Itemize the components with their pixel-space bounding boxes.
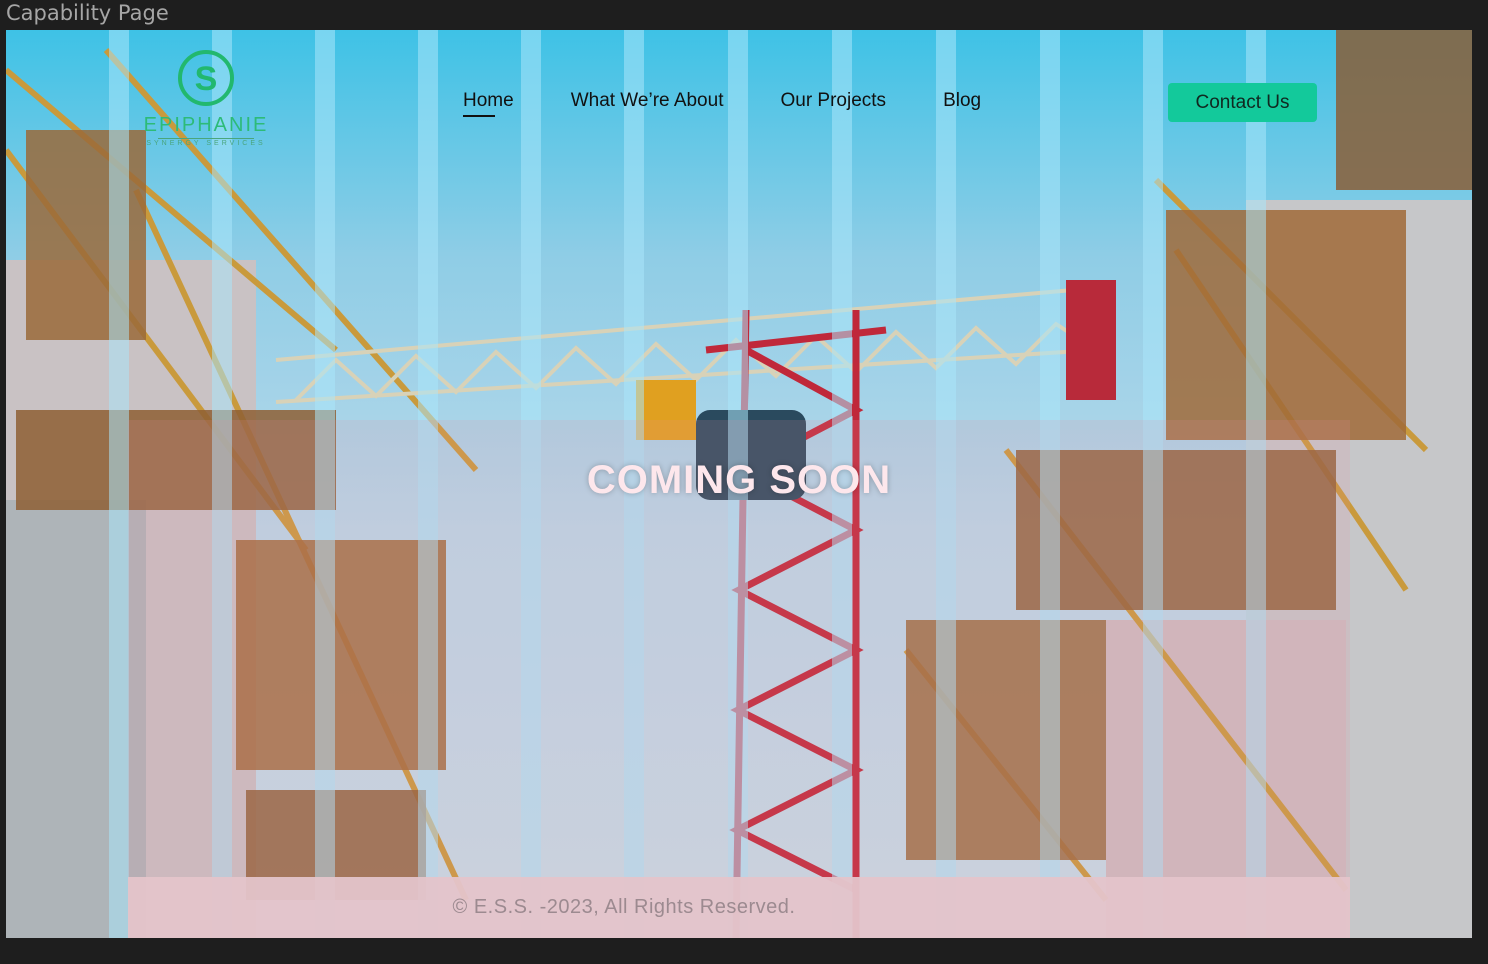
nav-what-were-about[interactable]: What We’re About (571, 90, 724, 112)
brand-logo[interactable]: S EPIPHANIE SYNERGY SERVICES (136, 48, 276, 158)
logo-name: EPIPHANIE (143, 114, 269, 136)
footer: © E.S.S. -2023, All Rights Reserved. (128, 877, 1350, 938)
nav-blog[interactable]: Blog (943, 90, 981, 112)
hero-title: COMING SOON (586, 458, 892, 502)
main-nav: Home What We’re About Our Projects Blog (463, 90, 1038, 117)
nav-home[interactable]: Home (463, 90, 514, 117)
svg-text:S: S (195, 60, 218, 98)
logo-divider (158, 138, 254, 139)
logo-tagline: SYNERGY SERVICES (146, 140, 266, 147)
nav-our-projects[interactable]: Our Projects (780, 90, 886, 112)
page-frame: S EPIPHANIE SYNERGY SERVICES Home What W… (6, 30, 1472, 938)
frame-label: Capability Page (6, 1, 169, 25)
footer-copyright: © E.S.S. -2023, All Rights Reserved. (452, 896, 796, 918)
contact-us-button[interactable]: Contact Us (1168, 83, 1317, 122)
logo-s-icon: S (178, 50, 234, 106)
